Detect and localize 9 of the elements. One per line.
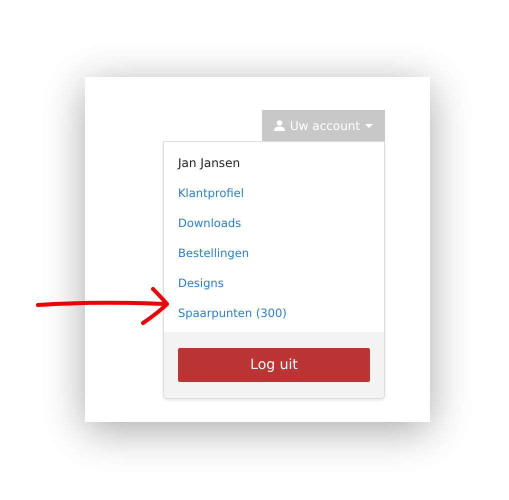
user-name: Jan Jansen [178, 155, 242, 172]
menu-link[interactable]: Downloads [178, 208, 242, 238]
menu-link[interactable]: Designs [178, 268, 224, 298]
caret-icon [365, 124, 374, 128]
user-icon [274, 120, 285, 131]
menu-link[interactable]: Bestellingen [178, 238, 250, 268]
menu-link[interactable]: Klantprofiel [178, 178, 244, 208]
menu-link[interactable]: Spaarpunten (300) [178, 298, 287, 328]
logout-button[interactable]: Log uit [178, 348, 370, 382]
